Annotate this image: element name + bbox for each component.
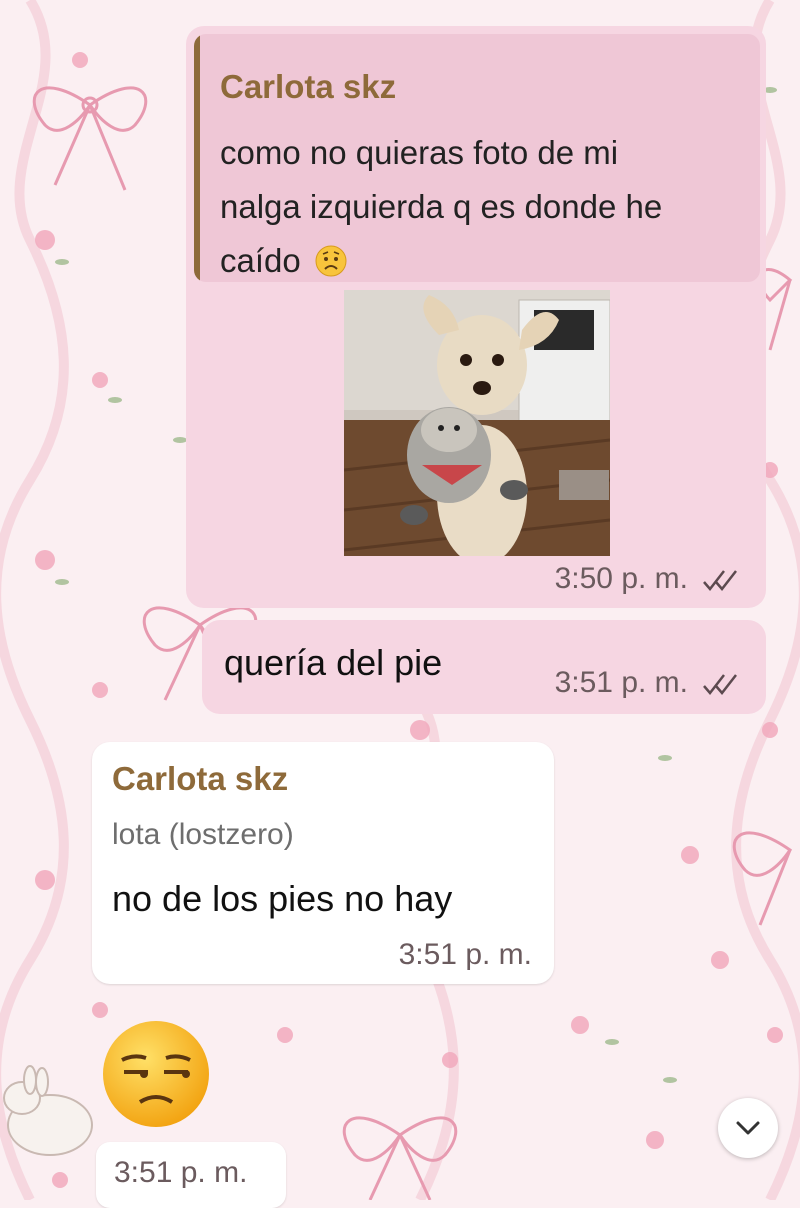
bunny-icon bbox=[3, 1065, 93, 1156]
quoted-text-word: caído bbox=[220, 242, 301, 279]
quoted-message[interactable]: Carlota skz como no quieras foto de mi n… bbox=[194, 34, 760, 282]
message-timestamp: 3:50 p. m. bbox=[554, 562, 688, 595]
worried-face-icon bbox=[315, 245, 347, 277]
message-timestamp: 3:51 p. m. bbox=[114, 1156, 248, 1189]
dog-photo[interactable] bbox=[344, 290, 610, 556]
message-text: no de los pies no hay bbox=[112, 878, 453, 919]
unamused-face-icon[interactable] bbox=[100, 1018, 212, 1130]
quoted-text-line: caído bbox=[220, 234, 740, 282]
emoji-timestamp-tag: 3:51 p. m. bbox=[96, 1142, 286, 1208]
message-timestamp: 3:51 p. m. bbox=[398, 938, 532, 971]
double-check-icon bbox=[703, 570, 737, 591]
double-check-icon bbox=[703, 674, 737, 695]
message-timestamp: 3:51 p. m. bbox=[554, 666, 688, 699]
outgoing-message[interactable]: quería del pie 3:51 p. m. bbox=[202, 620, 766, 714]
message-text: quería del pie bbox=[224, 642, 443, 683]
quoted-text-line: como no quieras foto de mi bbox=[220, 134, 619, 171]
quoted-text: como no quieras foto de mi nalga izquier… bbox=[220, 126, 740, 282]
outgoing-message-photo-reply[interactable]: Carlota skz como no quieras foto de mi n… bbox=[186, 26, 766, 608]
quoted-sender-name: Carlota skz bbox=[220, 68, 397, 105]
incoming-message[interactable]: Carlota skz lota (lostzero) no de los pi… bbox=[92, 742, 554, 984]
quoted-text-line: nalga izquierda q es donde he bbox=[220, 188, 663, 225]
quote-accent-bar bbox=[194, 34, 200, 282]
chevron-down-icon bbox=[736, 1121, 760, 1135]
scroll-to-bottom-button[interactable] bbox=[718, 1098, 778, 1158]
sender-name: Carlota skz bbox=[112, 760, 289, 797]
sender-author-label: lota (lostzero) bbox=[112, 818, 294, 851]
bow-icon bbox=[32, 86, 148, 191]
